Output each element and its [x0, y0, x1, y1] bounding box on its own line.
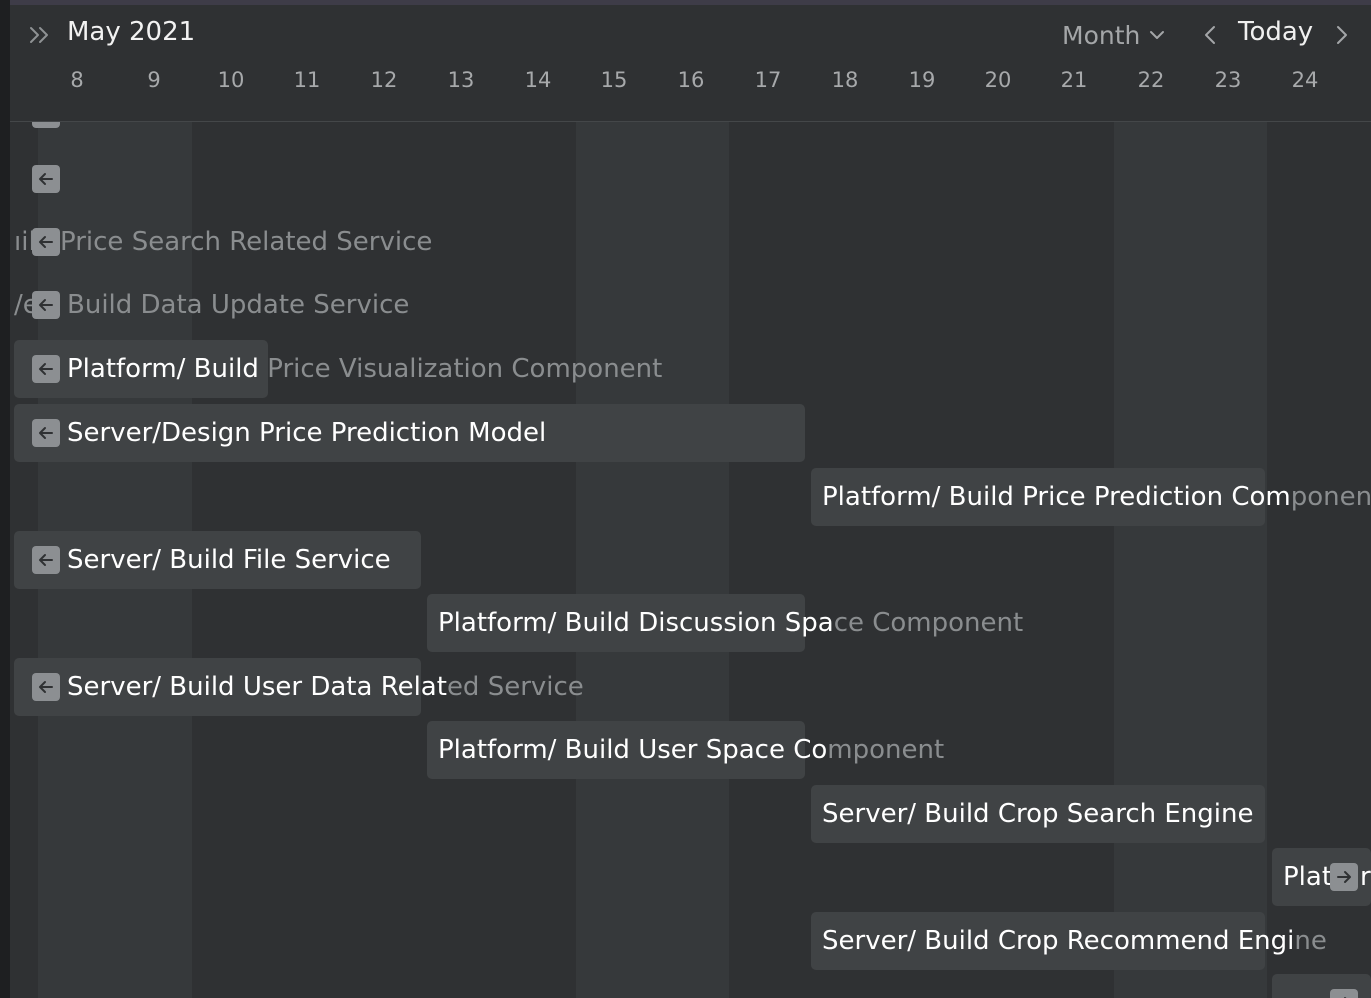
day-label: 11 — [293, 68, 321, 92]
day-label: 21 — [1060, 68, 1088, 92]
day-label: 17 — [754, 68, 782, 92]
arrow-right-icon[interactable] — [1330, 989, 1358, 998]
day-label: 12 — [370, 68, 398, 92]
task-label[interactable]: Platform/ Build Price Visualization Comp… — [67, 340, 662, 398]
arrow-left-icon[interactable] — [32, 673, 60, 701]
view-mode-label: Month — [1062, 20, 1141, 50]
task-label[interactable]: Server/ Build Crop Search Engine — [822, 785, 1253, 843]
timeline-header: May 2021 Month Today 8 9 10 11 12 13 14 … — [10, 5, 1371, 122]
task-label[interactable]: Server/ Build User Data Related Service — [67, 658, 584, 716]
task-label[interactable]: Build Data Update Service — [67, 276, 409, 334]
day-label: 19 — [908, 68, 936, 92]
task-label[interactable]: r — [1360, 848, 1371, 906]
day-label: 23 — [1214, 68, 1242, 92]
arrow-left-icon[interactable] — [32, 546, 60, 574]
task-label[interactable]: Platform/ Build Price Prediction Compone… — [822, 468, 1371, 526]
day-label: 16 — [677, 68, 705, 92]
day-label: 22 — [1137, 68, 1165, 92]
weekend-column — [576, 122, 729, 998]
day-label: 13 — [447, 68, 475, 92]
arrow-left-icon[interactable] — [32, 419, 60, 447]
task-label[interactable]: Server/ Build Crop Recommend Engine — [822, 912, 1327, 970]
arrow-left-icon[interactable] — [32, 228, 60, 256]
task-label[interactable]: Server/ Build File Service — [67, 531, 391, 589]
task-label[interactable]: Plat — [1283, 848, 1332, 906]
day-label: 14 — [524, 68, 552, 92]
chevron-left-icon[interactable] — [1198, 21, 1224, 49]
task-label[interactable]: Platform/ Build Discussion Space Compone… — [438, 594, 1023, 652]
arrow-left-icon[interactable] — [32, 291, 60, 319]
task-label[interactable]: Platform/ Build User Space Component — [438, 721, 944, 779]
day-label: 8 — [70, 68, 84, 92]
left-panel-edge — [0, 0, 10, 998]
day-label: 18 — [831, 68, 859, 92]
chevron-right-icon[interactable] — [1328, 21, 1354, 49]
day-label: 24 — [1291, 68, 1319, 92]
task-label[interactable]: Price Search Related Service — [60, 213, 432, 271]
view-mode-select[interactable]: Month — [1062, 19, 1166, 51]
task-arrow-stub[interactable] — [32, 122, 60, 128]
today-button[interactable]: Today — [1238, 17, 1313, 47]
arrow-left-icon[interactable] — [32, 165, 60, 193]
month-title: May 2021 — [67, 17, 196, 47]
day-label: 15 — [600, 68, 628, 92]
double-chevron-right-icon[interactable] — [26, 21, 54, 49]
task-label[interactable]: Server/Design Price Prediction Model — [67, 404, 546, 462]
timeline-grid: ıil Price Search Related Service /e Buil… — [10, 122, 1371, 998]
gantt-app: May 2021 Month Today 8 9 10 11 12 13 14 … — [0, 0, 1371, 998]
day-axis: 8 9 10 11 12 13 14 15 16 17 18 19 20 21 … — [10, 68, 1371, 98]
day-label: 10 — [217, 68, 245, 92]
day-label: 20 — [984, 68, 1012, 92]
chevron-down-icon — [1150, 31, 1165, 39]
weekend-column — [1114, 122, 1267, 998]
day-label: 9 — [147, 68, 161, 92]
arrow-left-icon[interactable] — [32, 355, 60, 383]
arrow-right-icon[interactable] — [1330, 863, 1358, 891]
